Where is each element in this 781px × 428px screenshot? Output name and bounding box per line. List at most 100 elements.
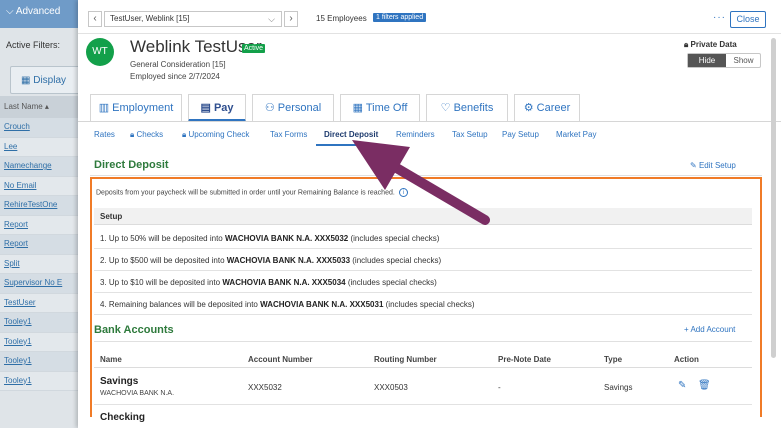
tab-label: Benefits [453,102,494,114]
table-row: Checking [94,409,752,428]
lock-icon: 🔒︎ [182,130,187,139]
employee-list-item[interactable]: Split [0,254,80,274]
tab-career[interactable]: ⚙︎ Career [514,94,580,121]
setup-row-suffix: (includes special checks) [348,234,440,243]
employee-list-item[interactable]: Tooley1 [0,352,80,372]
building-icon: ▥ [98,102,110,114]
column-header-account-number: Account Number [248,355,313,364]
employee-list-item[interactable]: Lee [0,137,80,157]
chevron-down-icon: ⌵ [6,6,14,17]
pencil-icon: ✎ [690,161,697,170]
employee-list-item[interactable]: Supervisor No E [0,274,80,294]
tab-label: Personal [277,102,322,114]
lock-icon: 🔒︎ [130,130,135,139]
tab-pay[interactable]: ▤ Pay [188,94,246,122]
setup-row-suffix: (includes special checks) [383,300,475,309]
scrollbar[interactable] [771,38,776,358]
close-button[interactable]: Close [730,11,766,28]
career-icon: ⚙︎ [523,102,534,114]
subtab-pay-setup[interactable]: Pay Setup [502,130,539,139]
chevron-right-icon: › [289,13,293,24]
routing-number: XXX0503 [374,383,408,392]
employee-list-item[interactable]: Report [0,215,80,235]
account-type: Savings [604,383,633,392]
subtab-checks[interactable]: 🔒︎ Checks [130,130,163,140]
employee-list-item[interactable]: RehireTestOne [0,196,80,216]
setup-row-text: 4. Remaining balances will be deposited … [100,300,261,309]
tab-time-off[interactable]: ▦ Time Off [340,94,420,121]
lock-icon: 🔒︎ [684,40,689,49]
section-divider [90,175,762,176]
display-label: Display [33,75,67,86]
add-account-link[interactable]: + Add Account [684,325,735,334]
table-row: Savings WACHOVIA BANK N.A. XXX5032 XXX05… [94,369,752,405]
advanced-label: Advanced [15,6,61,17]
setup-row-account: WACHOVIA BANK N.A. XXX5033 [226,256,351,265]
calendar-icon: ▦ [352,102,363,114]
previous-employee-button[interactable]: ‹ [88,11,102,27]
status-badge: Active [242,44,266,53]
setup-row-suffix: (includes special checks) [345,278,437,287]
filters-applied-badge[interactable]: 1 filters applied [373,13,427,22]
setup-row: 3. Up to $10 will be deposited into WACH… [94,271,752,293]
pencil-icon[interactable]: ✎ [678,380,686,391]
grid-icon: ▦ [21,75,31,86]
setup-row-text: 1. Up to 50% will be deposited into [100,234,225,243]
bank-accounts-table-header: Name Account Number Routing Number Pre-N… [94,350,752,368]
employee-count: 15 Employees [316,14,367,23]
employee-list-item[interactable]: Namechange [0,157,80,177]
show-button[interactable]: Show [726,54,761,67]
subtab-market-pay[interactable]: Market Pay [556,130,596,139]
employee-list-item[interactable]: Tooley1 [0,332,80,352]
account-number: XXX5032 [248,383,282,392]
edit-setup-label: Edit Setup [698,161,736,170]
setup-row-text: 2. Up to $500 will be deposited into [100,256,227,265]
info-icon[interactable]: i [398,188,408,197]
tab-benefits[interactable]: ♡ Benefits [426,94,508,121]
employee-list: Crouch Lee Namechange No Email RehireTes… [0,118,80,391]
setup-row-account: WACHOVIA BANK N.A. XXX5034 [222,278,346,287]
last-name-column-header[interactable]: Last Name ▴ [0,96,80,118]
avatar: WT [86,38,114,66]
column-header-routing-number: Routing Number [374,355,437,364]
setup-header: Setup [94,208,752,225]
subtab-reminders[interactable]: Reminders [396,130,435,139]
active-subtab-indicator [316,144,378,146]
subtab-label: Upcoming Check [188,130,250,139]
employee-list-item[interactable]: No Email [0,176,80,196]
person-icon: ⚇ [264,102,275,114]
subtab-tax-forms[interactable]: Tax Forms [270,130,307,139]
employee-list-item[interactable]: Crouch [0,118,80,138]
setup-row-text: 3. Up to $10 will be deposited into [100,278,223,287]
employee-list-item[interactable]: Report [0,235,80,255]
active-filters-label: Active Filters: [6,40,61,50]
tab-personal[interactable]: ⚇ Personal [252,94,334,121]
top-toolbar: ‹ TestUser, Weblink [15] ⌵ › 15 Employee… [78,0,781,34]
private-data-title: 🔒︎ Private Data [684,40,737,50]
advanced-toggle[interactable]: ⌵ Advanced [0,0,80,28]
private-data-label: Private Data [690,40,737,49]
tab-employment[interactable]: ▥ Employment [90,94,182,121]
employee-list-item[interactable]: TestUser [0,293,80,313]
employee-select[interactable]: TestUser, Weblink [15] ⌵ [104,11,282,27]
chevron-left-icon: ‹ [93,13,97,24]
subtab-direct-deposit[interactable]: Direct Deposit [324,130,378,139]
section-divider [94,341,752,342]
column-header-name: Name [100,355,122,364]
next-employee-button[interactable]: › [284,11,298,27]
tabs-divider [78,121,781,122]
tab-label: Time Off [365,102,408,114]
hide-button[interactable]: Hide [688,54,726,67]
display-button[interactable]: ▦ Display [10,66,80,94]
employee-list-item[interactable]: Tooley1 [0,313,80,333]
employee-list-item[interactable]: Tooley1 [0,371,80,391]
subtab-rates[interactable]: Rates [94,130,115,139]
trash-icon[interactable]: 🗑︎ [698,380,711,391]
subtab-tax-setup[interactable]: Tax Setup [452,130,488,139]
direct-deposit-note: Deposits from your paycheck will be subm… [96,188,408,197]
more-options-button[interactable]: ··· [713,12,726,23]
note-text: Deposits from your paycheck will be subm… [96,189,395,197]
edit-setup-link[interactable]: ✎ Edit Setup [690,161,736,170]
account-name: Checking [100,412,146,423]
subtab-upcoming-check[interactable]: 🔒︎ Upcoming Check [182,130,249,140]
